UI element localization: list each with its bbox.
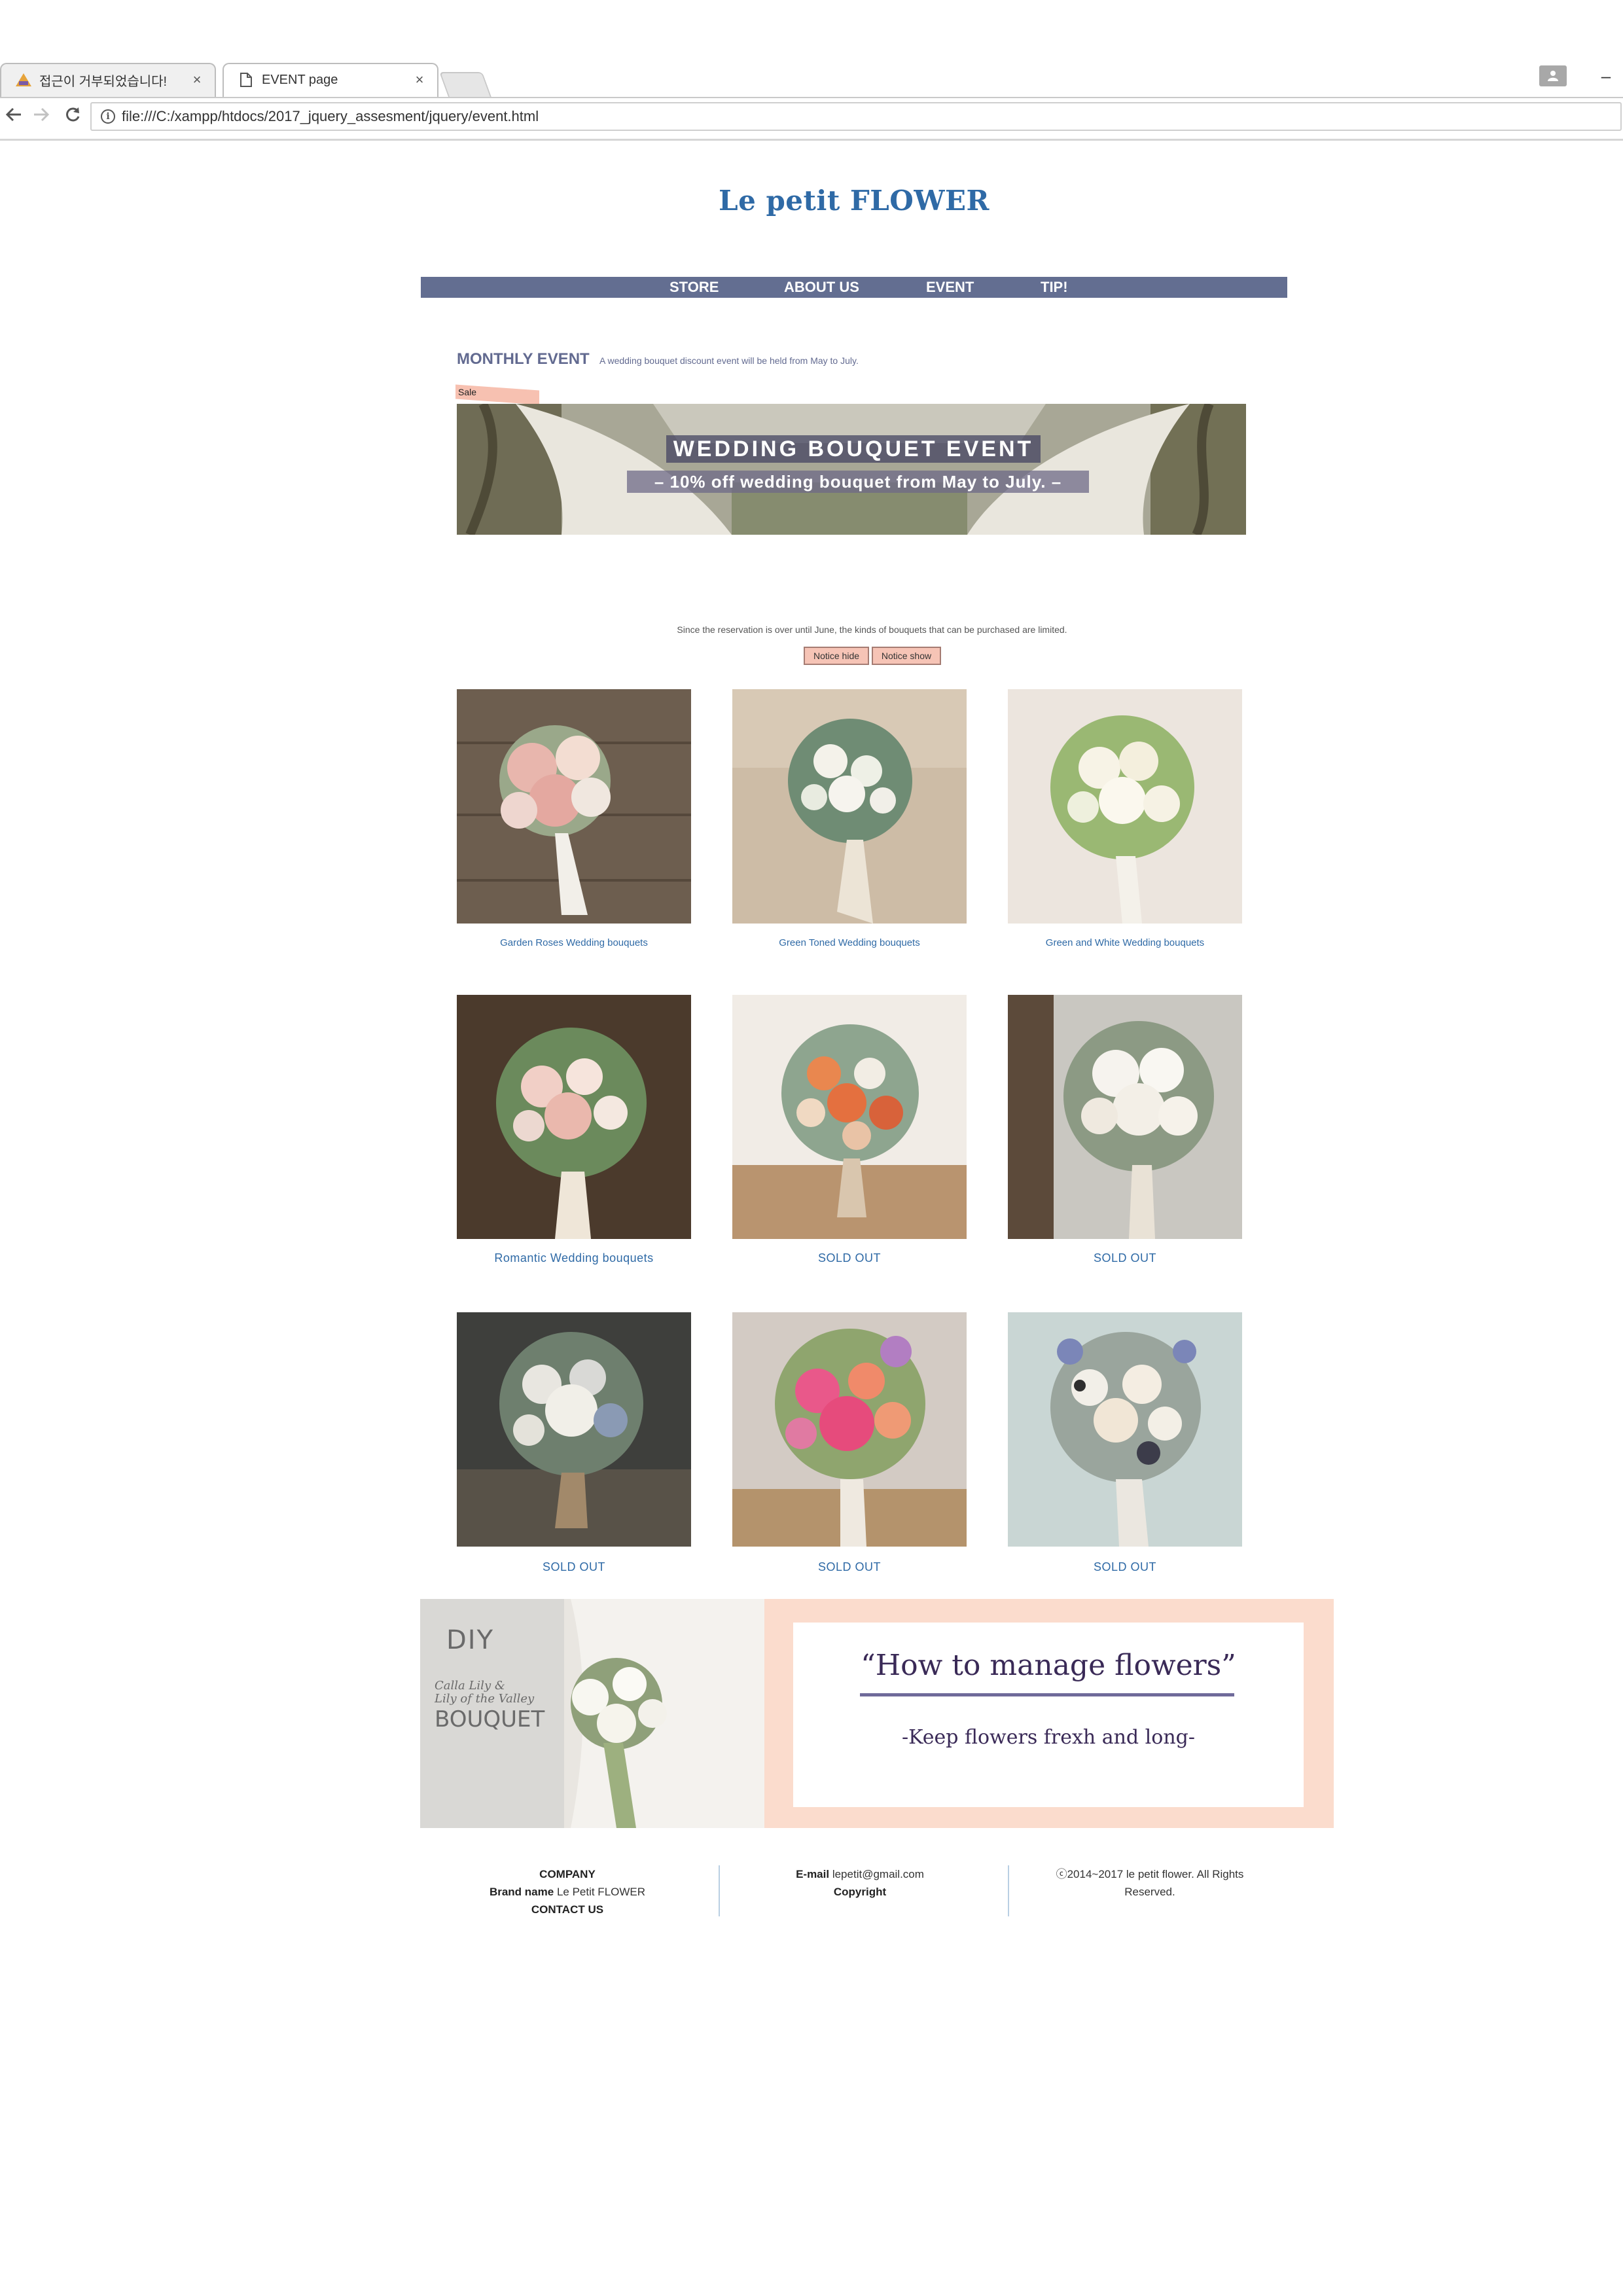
site-title: Le petit FLOWER (0, 185, 1623, 217)
wedding-event-banner (457, 404, 1246, 535)
tab-title: EVENT page (262, 72, 338, 87)
product-caption[interactable]: Romantic Wedding bouquets (457, 1251, 691, 1265)
main-nav-bar: STORE ABOUT US EVENT TIP! (421, 277, 1287, 298)
product-image-sold-out-2[interactable] (1008, 995, 1242, 1239)
monthly-event-description: A wedding bouquet discount event will be… (599, 355, 859, 366)
product-caption[interactable]: SOLD OUT (732, 1560, 967, 1574)
tab-strip: 접근이 거부되었습니다! × EVENT page × (0, 63, 1623, 98)
banner-title: WEDDING BOUQUET EVENT (666, 435, 1041, 463)
footer-copyright-label: Copyright (833, 1886, 887, 1898)
product-image-sold-out-1[interactable] (732, 995, 967, 1239)
footer-copyright-text: ⓒ2014~2017 le petit flower. All Rights R… (1056, 1868, 1244, 1898)
minimize-button[interactable]: – (1597, 67, 1615, 84)
tab-title: 접근이 거부되었습니다! (39, 74, 168, 89)
product-image-sold-out-5[interactable] (1008, 1312, 1242, 1547)
footer: COMPANY Brand name Le Petit FLOWER CONTA… (420, 1865, 1334, 1918)
footer-email-label: E-mail (796, 1868, 830, 1880)
diy-logo-text: Lily of the Valley (435, 1692, 535, 1706)
notice-hide-button[interactable]: Notice hide (804, 647, 869, 665)
product-caption[interactable]: SOLD OUT (732, 1251, 967, 1265)
profile-icon[interactable] (1539, 65, 1567, 86)
diy-divider (860, 1693, 1234, 1696)
notice-show-button[interactable]: Notice show (872, 647, 941, 665)
footer-divider (1008, 1865, 1009, 1916)
footer-email-value[interactable]: lepetit@gmail.com (832, 1868, 924, 1880)
product-caption[interactable]: Green and White Wedding bouquets (1008, 937, 1242, 948)
footer-company-column: COMPANY Brand name Le Petit FLOWER CONTA… (420, 1865, 715, 1918)
page-favicon-icon (237, 71, 255, 89)
product-image-green-white[interactable] (1008, 689, 1242, 924)
new-tab-button[interactable] (439, 72, 491, 97)
product-caption[interactable]: Garden Roses Wedding bouquets (457, 937, 691, 948)
sale-tag-label: Sale (458, 387, 477, 397)
address-bar[interactable]: i file:///C:/xampp/htdocs/2017_jquery_as… (90, 102, 1622, 131)
info-icon[interactable]: i (101, 109, 115, 124)
notice-text: Since the reservation is over until June… (677, 624, 1067, 635)
back-arrow-icon[interactable] (0, 103, 27, 131)
warning-favicon-icon (14, 71, 33, 89)
browser-chrome: 접근이 거부되었습니다! × EVENT page × – i file:///… (0, 0, 1623, 141)
nav-item-tip[interactable]: TIP! (1041, 277, 1068, 298)
product-caption[interactable]: SOLD OUT (457, 1560, 691, 1574)
tab-close-icon[interactable]: × (187, 71, 207, 88)
product-image-sold-out-4[interactable] (732, 1312, 967, 1547)
footer-company-label: COMPANY (539, 1868, 596, 1880)
diy-subtitle: -Keep flowers frexh and long- (901, 1726, 1195, 1749)
diy-promo-banner[interactable]: DIY Calla Lily & Lily of the Valley BOUQ… (420, 1599, 1334, 1828)
footer-divider (719, 1865, 720, 1916)
reload-icon[interactable] (59, 103, 86, 131)
nav-item-event[interactable]: EVENT (926, 277, 974, 298)
diy-card: “How to manage flowers” -Keep flowers fr… (793, 1623, 1304, 1807)
product-image-romantic[interactable] (457, 995, 691, 1239)
tab-event-page[interactable]: EVENT page × (223, 63, 438, 97)
product-caption[interactable]: Green Toned Wedding bouquets (732, 937, 967, 948)
diy-title: “How to manage flowers” (861, 1649, 1236, 1682)
tab-access-denied[interactable]: 접근이 거부되었습니다! × (0, 63, 216, 97)
banner-photo (457, 404, 1246, 535)
nav-item-about-us[interactable]: ABOUT US (784, 277, 859, 298)
footer-brand-value: Le Petit FLOWER (556, 1886, 646, 1898)
diy-logo-text: Calla Lily & (435, 1679, 505, 1693)
footer-contact-link[interactable]: CONTACT US (531, 1903, 603, 1916)
product-image-sold-out-3[interactable] (457, 1312, 691, 1547)
forward-arrow-icon[interactable] (27, 103, 55, 131)
tab-close-icon[interactable]: × (410, 71, 429, 88)
monthly-event-heading: MONTHLY EVENT (457, 350, 590, 368)
footer-contact-column: E-mail lepetit@gmail.com Copyright (722, 1865, 997, 1901)
browser-toolbar: i file:///C:/xampp/htdocs/2017_jquery_as… (0, 98, 1623, 141)
footer-brand-label: Brand name (489, 1886, 554, 1898)
product-image-green-toned[interactable] (732, 689, 967, 924)
diy-logo-text: BOUQUET (435, 1706, 545, 1732)
diy-bouquet-photo: DIY Calla Lily & Lily of the Valley BOUQ… (420, 1599, 764, 1828)
product-caption[interactable]: SOLD OUT (1008, 1251, 1242, 1265)
site-title-text: Le petit FLOWER (719, 185, 990, 217)
url-text[interactable]: file:///C:/xampp/htdocs/2017_jquery_asse… (122, 108, 539, 125)
product-image-garden-roses[interactable] (457, 689, 691, 924)
diy-logo-text: DIY (446, 1625, 495, 1655)
banner-subtitle: – 10% off wedding bouquet from May to Ju… (627, 471, 1089, 493)
product-caption[interactable]: SOLD OUT (1008, 1560, 1242, 1574)
nav-item-store[interactable]: STORE (669, 277, 719, 298)
